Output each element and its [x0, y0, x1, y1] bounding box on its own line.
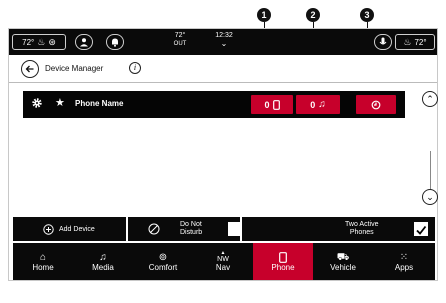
notifications-button[interactable]	[106, 34, 124, 50]
info-button[interactable]: i	[129, 62, 141, 74]
callout-3: 3	[360, 8, 374, 22]
scroll-down-button[interactable]: ⌄	[422, 189, 438, 205]
voice-button[interactable]	[374, 34, 392, 50]
chevron-down-icon: ⌄	[220, 39, 228, 48]
callout-3-text: 3	[364, 10, 370, 20]
car-icon: ⛟	[336, 251, 350, 263]
action-bar: Add Device Do Not Disturb Two Active Pho…	[13, 217, 435, 241]
nav-vehicle-label: Vehicle	[330, 262, 356, 272]
nav-comfort[interactable]: ⊚ Comfort	[133, 243, 193, 280]
passenger-seat-icon: ♨	[403, 36, 412, 47]
nav-nav[interactable]: ▲ NW Nav	[193, 243, 253, 280]
two-active-phones-toggle[interactable]: Two Active Phones	[242, 217, 435, 241]
two-active-label-line2: Phones	[349, 229, 374, 236]
nav-apps[interactable]: ⁙ Apps	[373, 243, 435, 280]
dnd-label-line1: Do Not	[180, 221, 202, 228]
clock[interactable]: 12:32 ⌄	[209, 32, 239, 48]
phone-device-row[interactable]: ★ Phone Name 0 0 ♫	[23, 91, 405, 118]
do-not-disturb-toggle[interactable]: Do Not Disturb	[128, 217, 242, 241]
outside-temp: 72° OUT	[169, 32, 191, 48]
two-active-label: Two Active Phones	[345, 221, 378, 237]
add-device-button[interactable]: Add Device	[13, 217, 126, 241]
home-icon: ⌂	[39, 251, 47, 263]
bottom-nav: ⌂ Home ♫ Media ⊚ Comfort ▲ NW Nav Phone …	[13, 243, 435, 280]
dnd-label-line2: Disturb	[180, 229, 203, 236]
phone-name: Phone Name	[75, 99, 124, 108]
back-button[interactable]	[21, 60, 39, 78]
nav-apps-label: Apps	[394, 262, 414, 272]
two-active-checkbox[interactable]	[414, 222, 428, 236]
dnd-label: Do Not Disturb	[180, 221, 202, 237]
page-title: Device Manager	[45, 64, 104, 73]
outside-temp-value: 72°	[174, 32, 186, 39]
nav-phone[interactable]: Phone	[253, 243, 313, 280]
callout-2: 2	[306, 8, 320, 22]
nav-heading: NW	[217, 256, 229, 263]
driver-temp: 72°	[22, 37, 35, 47]
callout-1: 1	[257, 8, 271, 22]
outside-temp-label: OUT	[173, 41, 187, 47]
disconnect-button[interactable]	[356, 95, 396, 114]
status-bar: 72° ♨ ⊛ 72° OUT 12:32 ⌄ ♨ 72°	[9, 29, 437, 55]
profile-button[interactable]	[75, 34, 93, 50]
bell-icon	[112, 38, 118, 47]
music-note-icon: ♫	[99, 251, 107, 263]
plus-circle-icon	[43, 224, 54, 235]
disconnect-icon	[371, 100, 381, 109]
calls-button[interactable]: 0	[251, 95, 293, 114]
nav-media-label: Media	[92, 262, 114, 272]
nav-phone-label: Phone	[271, 262, 295, 272]
chevron-down-icon: ⌄	[426, 191, 434, 202]
nav-home[interactable]: ⌂ Home	[13, 243, 73, 280]
driver-climate-button[interactable]: 72° ♨ ⊛	[12, 34, 66, 50]
phone-icon	[279, 251, 287, 263]
favorite-star-icon[interactable]: ★	[55, 96, 65, 109]
gear-icon[interactable]	[31, 97, 43, 109]
user-icon	[80, 38, 88, 47]
microphone-icon	[379, 37, 387, 45]
two-active-label-line1: Two Active	[345, 221, 379, 228]
nav-media[interactable]: ♫ Media	[73, 243, 133, 280]
apps-grid-icon: ⁙	[399, 251, 409, 263]
page-header: Device Manager i	[9, 56, 437, 83]
phone-icon	[272, 99, 280, 110]
do-not-disturb-icon	[148, 223, 160, 235]
passenger-climate-button[interactable]: ♨ 72°	[395, 34, 435, 50]
nav-vehicle[interactable]: ⛟ Vehicle	[313, 243, 373, 280]
add-device-label: Add Device	[59, 226, 95, 233]
arrow-left-icon	[25, 65, 34, 73]
comfort-icon: ⊚	[158, 251, 168, 263]
music-button[interactable]: 0 ♫	[296, 95, 340, 114]
scroll-up-button[interactable]: ⌃	[422, 91, 438, 107]
callout-1-text: 1	[261, 10, 267, 20]
chevron-up-icon: ⌃	[426, 93, 434, 104]
music-count: 0	[310, 99, 316, 110]
nav-nav-label: Nav	[215, 263, 231, 272]
nav-comfort-label: Comfort	[148, 262, 178, 272]
passenger-temp: 72°	[414, 37, 427, 47]
heated-wheel-icon: ⊛	[48, 36, 56, 47]
calls-count: 0	[264, 99, 270, 110]
checkmark-icon	[416, 225, 427, 235]
heated-seat-icon: ♨	[37, 36, 46, 47]
nav-home-label: Home	[32, 262, 54, 272]
music-note-icon: ♫	[318, 99, 326, 110]
callout-2-text: 2	[310, 10, 316, 20]
infotainment-screen: 72° ♨ ⊛ 72° OUT 12:32 ⌄ ♨ 72° Device Man…	[8, 28, 438, 281]
